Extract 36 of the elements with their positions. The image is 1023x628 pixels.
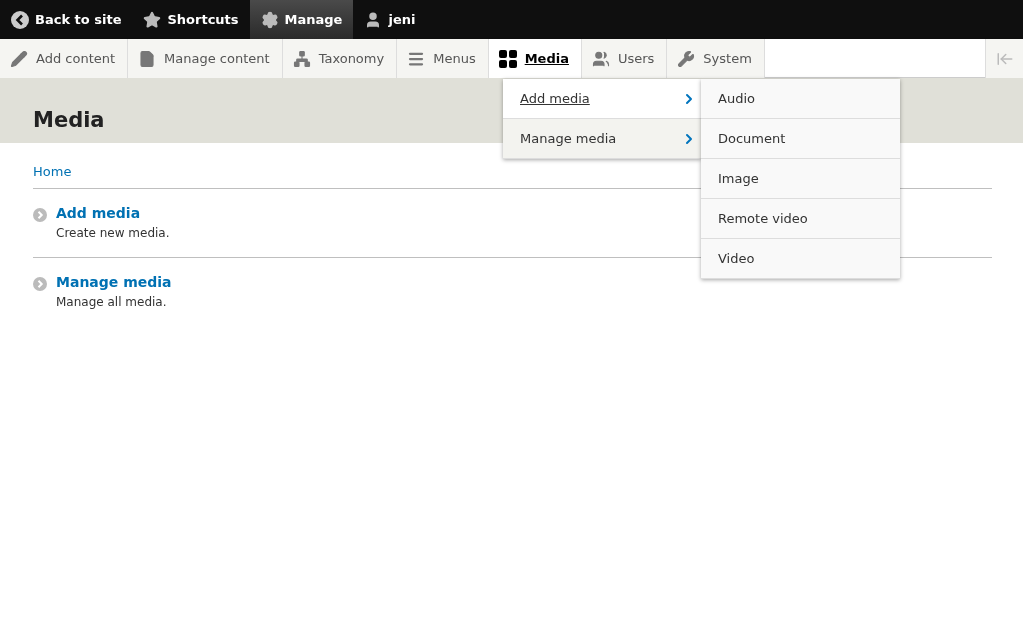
tray-tab[interactable]: Manage content (128, 39, 283, 78)
users-icon (591, 49, 610, 68)
collapse-button[interactable] (985, 39, 1023, 78)
admin-link[interactable]: Add media (56, 205, 170, 221)
tray-tab[interactable]: Taxonomy (282, 39, 398, 78)
pencil-icon (10, 49, 28, 68)
document-icon (138, 49, 157, 68)
breadcrumb-link[interactable]: Home (33, 164, 72, 188)
menu-item[interactable]: Video (701, 239, 900, 279)
toolbar-tab[interactable]: jeni (353, 0, 427, 39)
toolbar-tab[interactable]: Manage (249, 0, 354, 39)
link-description: Create new media. (56, 226, 170, 240)
hierarchy-icon (292, 49, 311, 68)
grid-icon (498, 49, 517, 68)
admin-link[interactable]: Manage media (56, 274, 172, 290)
menu-item[interactable]: Manage media (503, 119, 701, 159)
tray-tab[interactable]: Users (581, 39, 668, 78)
tray-tab[interactable]: Add content (0, 39, 129, 78)
toolbar-tab[interactable]: Back to site (0, 0, 133, 39)
arrow-circle-icon (33, 277, 47, 291)
tray-tab[interactable]: System (667, 39, 765, 78)
menu-item[interactable]: Add media (503, 79, 701, 119)
menu-item[interactable]: Image (701, 159, 900, 199)
wrench-icon (677, 49, 696, 68)
gear-icon (260, 10, 279, 29)
tray-tab[interactable]: Menus (397, 39, 489, 78)
page-title: Media (33, 108, 106, 132)
toolbar-tab[interactable]: Shortcuts (132, 0, 250, 39)
menu-item[interactable]: Audio (701, 79, 900, 119)
arrow-circle-icon (33, 208, 47, 222)
menu-item[interactable]: Document (701, 119, 900, 159)
back-icon (11, 10, 29, 29)
tray-tab[interactable]: Media (488, 39, 582, 78)
link-description: Manage all media. (56, 295, 168, 309)
star-icon (143, 10, 162, 29)
menu-item[interactable]: Remote video (701, 199, 900, 239)
